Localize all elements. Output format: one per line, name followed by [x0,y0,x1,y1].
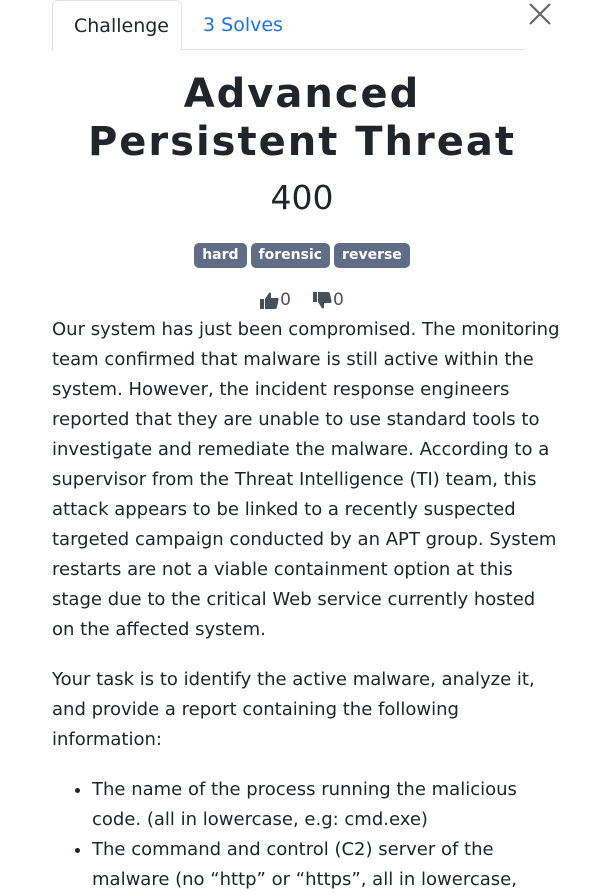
thumbs-down-icon [313,291,332,308]
close-icon [529,3,551,25]
downvote-count: 0 [333,290,344,310]
challenge-tags: hard forensic reverse [52,243,552,268]
challenge-title: Advanced Persistent Threat [87,71,516,165]
description-paragraph: Your task is to identify the active malw… [52,669,535,750]
upvote-count: 0 [280,290,291,310]
tag-badge: forensic [250,243,331,268]
vote-bar: 0 0 [52,289,552,311]
challenge-value: 400 [270,178,334,217]
close-button[interactable] [528,2,552,26]
thumbs-up-icon [260,292,279,309]
challenge-modal: Challenge 3 Solves Advanced Persistent T… [0,0,604,894]
tag-badge: reverse [334,243,410,268]
tab-challenge[interactable]: Challenge [52,0,182,51]
upvote-button[interactable]: 0 [260,289,291,311]
downvote-button[interactable]: 0 [313,289,344,311]
challenge-description: Our system has just been compromised. Th… [52,315,560,894]
list-item: The command and control (C2) server of t… [92,835,560,894]
challenge-tabs: Challenge 3 Solves [52,0,524,51]
tag-badge: hard [194,243,247,268]
tab-solves[interactable]: 3 Solves [182,0,304,50]
requirements-list: The name of the process running the mali… [52,775,560,894]
list-item: The name of the process running the mali… [92,775,560,835]
description-paragraph: Our system has just been compromised. Th… [52,319,560,640]
